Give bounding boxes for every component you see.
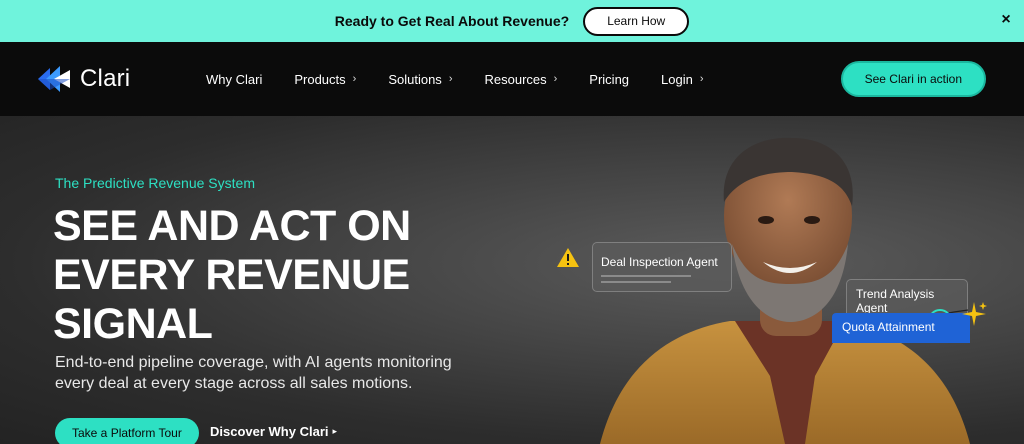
nav-item-label: Why Clari <box>206 71 263 87</box>
chevron-right-icon: › <box>699 73 704 85</box>
hero-headline: SEE AND ACT ON EVERY REVENUE SIGNAL <box>53 202 473 349</box>
headline-line: EVERY REVENUE <box>53 251 410 299</box>
announcement-text: Ready to Get Real About Revenue? <box>334 13 570 29</box>
nav-item-login[interactable]: Login › <box>661 72 703 87</box>
nav-item-label: Resources <box>484 71 547 87</box>
learn-how-button[interactable]: Learn How <box>583 6 690 36</box>
platform-tour-button[interactable]: Take a Platform Tour <box>55 418 199 444</box>
headline-line: SIGNAL <box>53 300 213 348</box>
chevron-right-icon: › <box>448 73 453 85</box>
main-nav: Clari Why Clari Products › Solutions › R… <box>0 42 1024 116</box>
nav-item-label: Products <box>294 71 346 87</box>
clari-logo[interactable]: Clari <box>36 64 130 94</box>
nav-item-pricing[interactable]: Pricing <box>589 72 629 87</box>
hero-section: The Predictive Revenue System SEE AND AC… <box>0 116 1024 444</box>
hero-subtext: End-to-end pipeline coverage, with AI ag… <box>55 354 452 392</box>
discover-why-clari-link[interactable]: Discover Why Clari ▸ <box>210 424 337 439</box>
announcement-bar: Ready to Get Real About Revenue? Learn H… <box>0 0 1024 42</box>
nav-item-why-clari[interactable]: Why Clari <box>206 72 262 87</box>
nav-item-label: Login <box>661 71 693 87</box>
nav-item-solutions[interactable]: Solutions › <box>388 72 452 87</box>
deal-inspection-card: Deal Inspection Agent <box>592 242 732 292</box>
headline-line: SEE AND ACT ON <box>53 202 411 250</box>
discover-link-label: Discover Why Clari <box>210 424 329 439</box>
logo-text: Clari <box>80 65 131 92</box>
nav-item-label: Solutions <box>388 71 442 87</box>
hero-eyebrow: The Predictive Revenue System <box>55 175 255 191</box>
close-icon[interactable]: × <box>998 11 1014 29</box>
warning-icon <box>557 248 579 267</box>
see-clari-in-action-button[interactable]: See Clari in action <box>840 61 986 97</box>
nav-item-label: Pricing <box>589 71 630 87</box>
quota-attainment-card: Quota Attainment <box>832 313 970 343</box>
nav-item-products[interactable]: Products › <box>294 72 356 87</box>
play-triangle-icon: ▸ <box>332 426 338 436</box>
sparkle-icon <box>962 302 987 326</box>
deal-inspection-label: Deal Inspection Agent <box>601 255 718 269</box>
deal-detail-lines <box>601 271 691 283</box>
clari-logo-icon <box>38 66 70 92</box>
nav-menu: Why Clari Products › Solutions › Resourc… <box>206 42 736 116</box>
nav-item-resources[interactable]: Resources › <box>484 72 557 87</box>
chevron-right-icon: › <box>352 73 357 85</box>
quota-attainment-label: Quota Attainment <box>842 320 935 334</box>
chevron-right-icon: › <box>553 73 558 85</box>
